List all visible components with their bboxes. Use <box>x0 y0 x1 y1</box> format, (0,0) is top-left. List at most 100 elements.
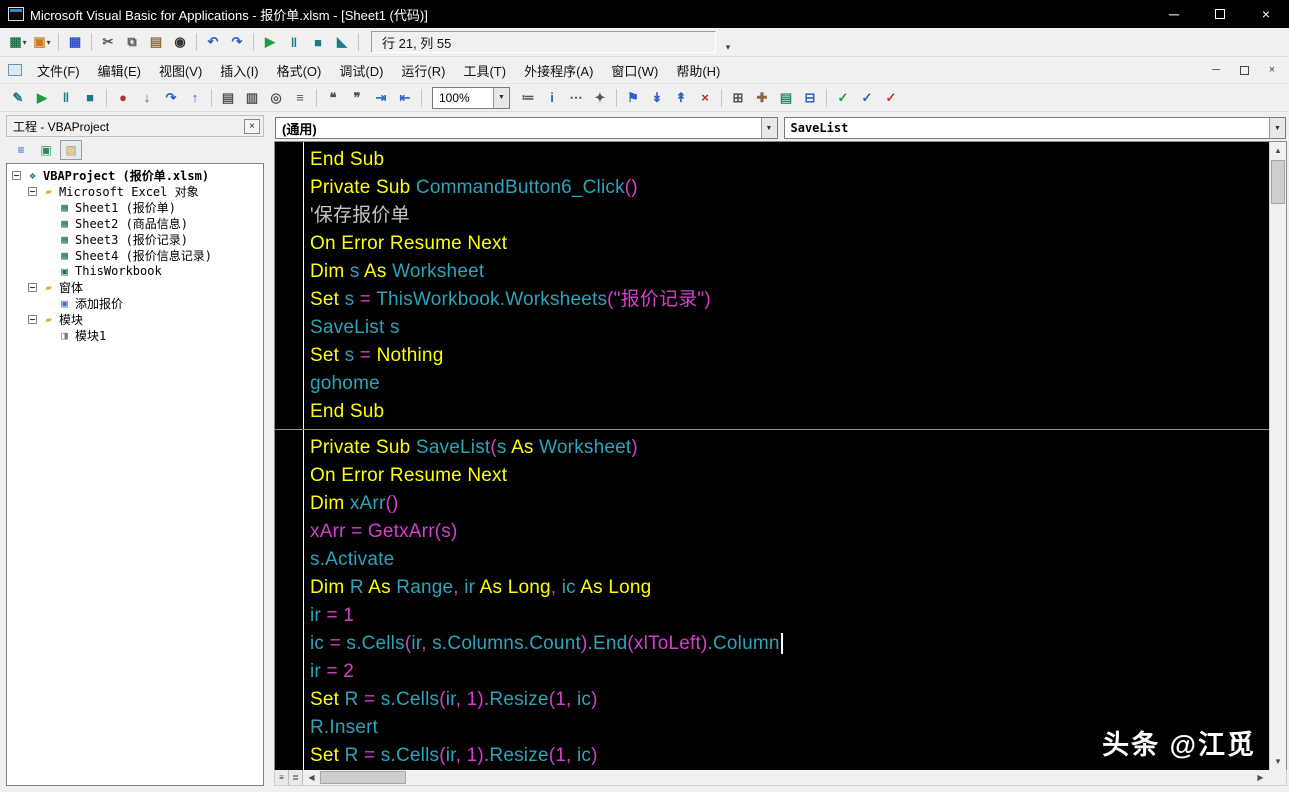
design-mode-button[interactable]: ◣ <box>330 31 354 53</box>
horizontal-scrollbar-thumb[interactable] <box>320 771 406 784</box>
menu-item-工具T[interactable]: 工具(T) <box>454 57 515 84</box>
project-tree[interactable]: ❖ VBAProject (报价单.xlsm) ▰ Microsoft Excel 对… <box>6 163 264 786</box>
locals-window-button[interactable]: ▤ <box>216 87 240 109</box>
run-button-2[interactable]: ▶ <box>30 87 54 109</box>
format-check-green-button[interactable]: ✓ <box>831 87 855 109</box>
code-line[interactable]: Private Sub CommandButton6_Click() <box>275 174 1269 202</box>
code-line[interactable]: ir = 1 <box>275 602 1269 630</box>
format-check-blue-button[interactable]: ✓ <box>855 87 879 109</box>
properties-window-button[interactable]: ▤ <box>774 87 798 109</box>
save-button[interactable]: ▦ <box>63 31 87 53</box>
tree-item[interactable]: ▦ Sheet4 (报价信息记录) <box>9 247 263 263</box>
toggle-breakpoint-button[interactable]: ● <box>111 87 135 109</box>
object-browser-button[interactable]: ⊞ <box>726 87 750 109</box>
code-line[interactable]: SaveList s <box>275 314 1269 342</box>
uncomment-block-button[interactable]: ❞ <box>345 87 369 109</box>
tree-item[interactable]: ◨ 模块1 <box>9 327 263 343</box>
step-into-button[interactable]: ↓ <box>135 87 159 109</box>
copy-button[interactable]: ⧉ <box>120 31 144 53</box>
code-line[interactable]: Private Sub SaveList(s As Worksheet) <box>275 434 1269 462</box>
find-button[interactable]: ◉ <box>168 31 192 53</box>
scroll-up-button[interactable]: ▲ <box>1270 142 1286 159</box>
cut-button[interactable]: ✂ <box>96 31 120 53</box>
reset-button-2[interactable]: ■ <box>78 87 102 109</box>
collapse-expander-icon[interactable] <box>28 186 37 196</box>
code-line[interactable]: '保存报价单 <box>275 202 1269 230</box>
immediate-window-button[interactable]: ▥ <box>240 87 264 109</box>
code-lines[interactable]: End Sub Private Sub CommandButton6_Click(… <box>275 142 1269 770</box>
reset-button[interactable]: ■ <box>306 31 330 53</box>
menu-item-格式O[interactable]: 格式(O) <box>268 57 331 84</box>
indent-button[interactable]: ⇥ <box>369 87 393 109</box>
tree-item[interactable]: ▰ Microsoft Excel 对象 <box>9 183 263 199</box>
previous-bookmark-button[interactable]: ↟ <box>669 87 693 109</box>
procedure-view-button[interactable]: ≡ <box>275 770 289 785</box>
parameter-info-button[interactable]: ⋯ <box>564 87 588 109</box>
outdent-button[interactable]: ⇤ <box>393 87 417 109</box>
tree-item[interactable]: ▦ Sheet2 (商品信息) <box>9 215 263 231</box>
chevron-down-icon[interactable] <box>493 87 509 108</box>
menu-item-编辑E[interactable]: 编辑(E) <box>89 57 150 84</box>
menu-item-视图V[interactable]: 视图(V) <box>150 57 211 84</box>
complete-word-button[interactable]: ✦ <box>588 87 612 109</box>
code-line[interactable]: On Error Resume Next <box>275 462 1269 490</box>
mdi-close-button[interactable]: × <box>1265 63 1279 77</box>
step-over-button[interactable]: ↷ <box>159 87 183 109</box>
scroll-down-button[interactable]: ▼ <box>1270 753 1286 770</box>
view-code-button[interactable]: ≡ <box>10 140 32 160</box>
collapse-expander-icon[interactable] <box>28 314 37 324</box>
mdi-restore-button[interactable] <box>1237 63 1251 77</box>
code-line[interactable]: gohome <box>275 370 1269 398</box>
chevron-down-icon[interactable] <box>1269 118 1285 138</box>
mdi-minimize-button[interactable]: ─ <box>1209 63 1223 77</box>
paste-button[interactable]: ▤ <box>144 31 168 53</box>
chevron-down-icon[interactable] <box>760 118 777 138</box>
menu-item-文件F[interactable]: 文件(F) <box>28 57 89 84</box>
undo-button[interactable]: ↶ <box>201 31 225 53</box>
code-line[interactable]: End Sub <box>275 398 1269 426</box>
view-microsoft-excel-button[interactable]: ▦ ▾ <box>6 31 30 53</box>
tree-item[interactable]: ▦ Sheet3 (报价记录) <box>9 231 263 247</box>
close-button[interactable]: × <box>1243 0 1289 28</box>
menu-item-调试D[interactable]: 调试(D) <box>330 57 392 84</box>
code-line[interactable]: Set s = ThisWorkbook.Worksheets("报价记录") <box>275 286 1269 314</box>
project-explorer-close-button[interactable]: × <box>244 118 260 134</box>
object-dropdown[interactable]: (通用) <box>275 117 778 139</box>
view-object-button[interactable]: ▣ <box>35 140 57 160</box>
step-out-button[interactable]: ↑ <box>183 87 207 109</box>
procedure-dropdown[interactable]: SaveList <box>783 117 1286 139</box>
collapse-expander-icon[interactable] <box>12 170 21 180</box>
code-line[interactable]: Set s = Nothing <box>275 342 1269 370</box>
code-editor[interactable]: End Sub Private Sub CommandButton6_Click(… <box>274 141 1287 770</box>
tree-item[interactable]: ▦ Sheet1 (报价单) <box>9 199 263 215</box>
toolbox-button[interactable]: ✚ <box>750 87 774 109</box>
toggle-bookmark-button[interactable]: ⚑ <box>621 87 645 109</box>
break-button[interactable]: ‖ <box>282 31 306 53</box>
code-line[interactable]: xArr = GetxArr(s) <box>275 518 1269 546</box>
code-line[interactable]: Set R = s.Cells(ir, 1).Resize(1, ic) <box>275 686 1269 714</box>
menu-item-窗口W[interactable]: 窗口(W) <box>602 57 667 84</box>
quick-info-button[interactable]: i <box>540 87 564 109</box>
code-line[interactable]: On Error Resume Next <box>275 230 1269 258</box>
clear-bookmarks-button[interactable]: × <box>693 87 717 109</box>
project-explorer-button[interactable]: ⊟ <box>798 87 822 109</box>
run-button[interactable]: ▶ <box>258 31 282 53</box>
break-button-2[interactable]: ‖ <box>54 87 78 109</box>
horizontal-scrollbar-track[interactable] <box>406 770 1252 785</box>
vertical-scrollbar-thumb[interactable] <box>1271 160 1285 204</box>
code-line[interactable]: ic = s.Cells(ir, s.Columns.Count).End(xl… <box>275 630 1269 658</box>
tree-item[interactable]: ❖ VBAProject (报价单.xlsm) <box>9 167 263 183</box>
call-stack-button[interactable]: ≡ <box>288 87 312 109</box>
watch-window-button[interactable]: ◎ <box>264 87 288 109</box>
next-bookmark-button[interactable]: ↡ <box>645 87 669 109</box>
format-check-red-button[interactable]: ✓ <box>879 87 903 109</box>
toolbar-options-button[interactable]: ▾ <box>720 31 736 53</box>
horizontal-scrollbar[interactable]: ≡ ≣ ◀ ▶ <box>274 770 1287 786</box>
menu-item-插入I[interactable]: 插入(I) <box>211 57 267 84</box>
scroll-right-button[interactable]: ▶ <box>1252 770 1269 785</box>
tree-item[interactable]: ▰ 模块 <box>9 311 263 327</box>
redo-button[interactable]: ↷ <box>225 31 249 53</box>
collapse-expander-icon[interactable] <box>28 282 37 292</box>
tree-item[interactable]: ▣ 添加报价 <box>9 295 263 311</box>
insert-userform-button[interactable]: ▣ ▾ <box>30 31 54 53</box>
